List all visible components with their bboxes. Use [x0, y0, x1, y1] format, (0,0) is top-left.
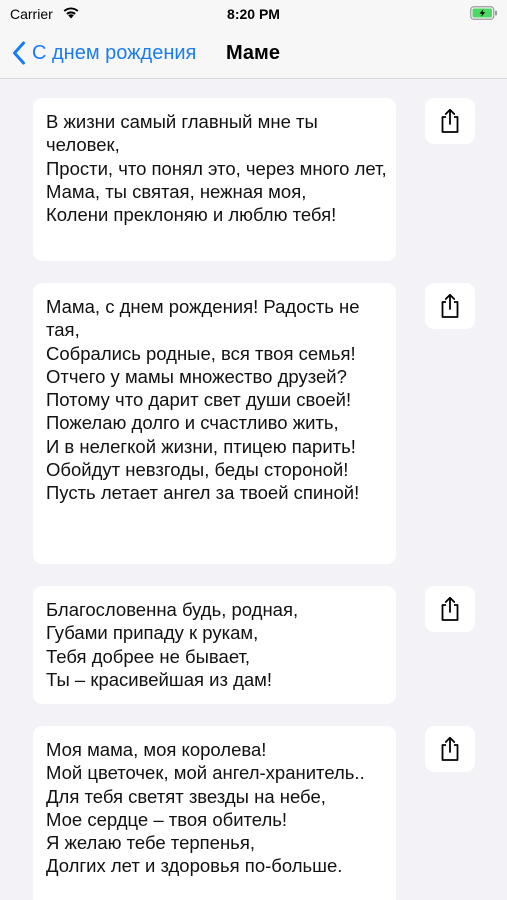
- poem-card: В жизни самый главный мне ты человек, Пр…: [33, 98, 396, 261]
- chevron-left-icon: [13, 41, 25, 65]
- share-button[interactable]: [425, 283, 475, 329]
- poem-text: Благословенна будь, родная, Губами припа…: [46, 599, 299, 690]
- share-button[interactable]: [425, 586, 475, 632]
- back-button-label: С днем рождения: [32, 41, 197, 64]
- poem-card: Благословенна будь, родная, Губами припа…: [33, 586, 396, 704]
- share-button[interactable]: [425, 726, 475, 772]
- share-button[interactable]: [425, 98, 475, 144]
- poem-card: Моя мама, моя королева! Мой цветочек, мо…: [33, 726, 396, 900]
- battery-charging-icon: [470, 6, 497, 20]
- share-icon: [441, 736, 459, 761]
- poem-text: Мама, с днем рождения! Радость не тая, С…: [46, 296, 360, 504]
- status-bar: Carrier 8:20 PM: [0, 0, 507, 28]
- poem-list[interactable]: В жизни самый главный мне ты человек, Пр…: [0, 79, 507, 900]
- poem-text: В жизни самый главный мне ты человек, Пр…: [46, 111, 387, 226]
- page-title: Маме: [226, 42, 280, 64]
- poem-card: Мама, с днем рождения! Радость не тая, С…: [33, 283, 396, 564]
- back-button[interactable]: С днем рождения: [12, 38, 196, 68]
- navigation-bar: С днем рождения Маме: [0, 28, 507, 79]
- share-icon: [441, 108, 459, 133]
- status-time: 8:20 PM: [227, 6, 280, 22]
- share-icon: [441, 293, 459, 318]
- share-icon: [441, 596, 459, 621]
- poem-text: Моя мама, моя королева! Мой цветочек, мо…: [46, 739, 365, 877]
